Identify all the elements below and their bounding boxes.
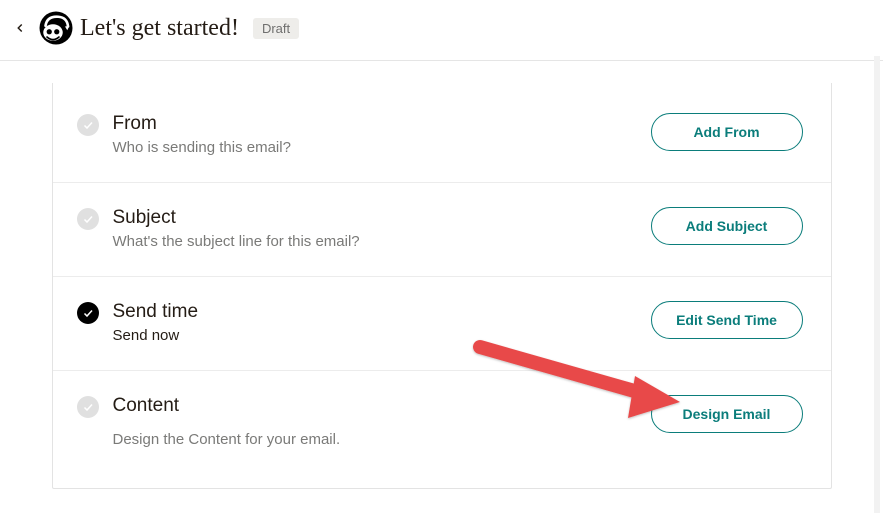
design-email-button[interactable]: Design Email <box>651 395 803 433</box>
chevron-left-icon <box>13 21 27 35</box>
row-content-title: Content <box>113 395 635 417</box>
row-content: Content Design the Content for your emai… <box>53 370 831 488</box>
content-scroll: From Who is sending this email? Add From… <box>0 61 883 518</box>
status-complete-icon <box>77 302 99 324</box>
add-from-button[interactable]: Add From <box>651 113 803 151</box>
row-subject-body: Subject What's the subject line for this… <box>113 207 635 250</box>
row-send-time-title: Send time <box>113 301 635 323</box>
row-content-body: Content Design the Content for your emai… <box>113 395 635 448</box>
builder-panel: From Who is sending this email? Add From… <box>52 83 832 489</box>
row-from-title: From <box>113 113 635 135</box>
check-icon <box>82 401 94 413</box>
page-header: Let's get started! Draft <box>0 0 883 61</box>
row-from: From Who is sending this email? Add From <box>53 83 831 182</box>
check-icon <box>82 119 94 131</box>
row-from-sub: Who is sending this email? <box>113 139 635 156</box>
row-send-time-body: Send time Send now <box>113 301 635 344</box>
check-icon <box>82 307 94 319</box>
status-badge: Draft <box>253 18 299 39</box>
status-incomplete-icon <box>77 208 99 230</box>
scrollbar-track[interactable] <box>874 56 880 513</box>
check-icon <box>82 213 94 225</box>
row-from-body: From Who is sending this email? <box>113 113 635 156</box>
add-subject-button[interactable]: Add Subject <box>651 207 803 245</box>
page-title: Let's get started! <box>80 15 239 42</box>
mailchimp-logo <box>38 10 74 46</box>
back-button[interactable] <box>10 18 30 38</box>
row-content-sub: Design the Content for your email. <box>113 431 635 448</box>
row-send-time: Send time Send now Edit Send Time <box>53 276 831 370</box>
row-subject-sub: What's the subject line for this email? <box>113 233 635 250</box>
status-incomplete-icon <box>77 114 99 136</box>
row-subject: Subject What's the subject line for this… <box>53 182 831 276</box>
row-subject-title: Subject <box>113 207 635 229</box>
status-incomplete-icon <box>77 396 99 418</box>
row-send-time-sub: Send now <box>113 327 635 344</box>
edit-send-time-button[interactable]: Edit Send Time <box>651 301 803 339</box>
